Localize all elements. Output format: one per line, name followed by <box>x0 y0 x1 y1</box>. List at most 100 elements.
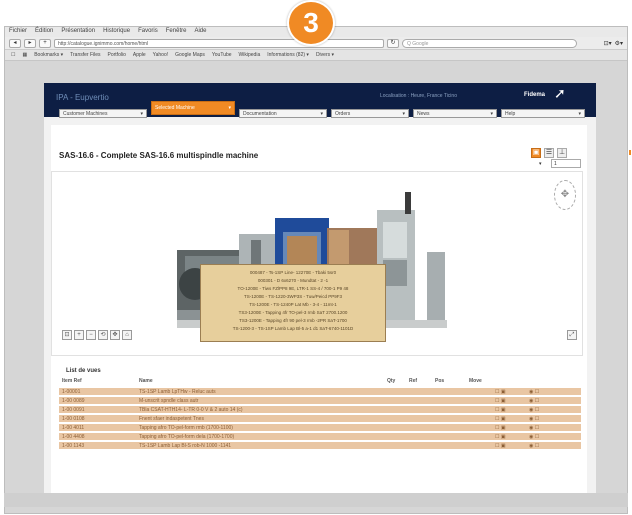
row-view-icon[interactable]: ◉ ☐ <box>529 398 553 404</box>
add-bookmark-icon[interactable]: + <box>39 38 51 48</box>
bookmark-item[interactable]: Google Maps <box>175 52 205 58</box>
row-action-icon[interactable]: ☐ ▣ <box>495 398 529 404</box>
parts-list: List de vues Item Ref Name Qty Ref Pos M… <box>51 363 587 495</box>
chevron-down-icon: ▾ <box>490 111 493 117</box>
menu-help[interactable]: Aide <box>194 28 206 36</box>
selected-part-tooltip: 000487 - Ts-1SP Line- 12270E - Tbaki 5sr… <box>200 264 386 342</box>
table-row[interactable]: 1-00 1143 TS-1SP Lamb Lap Bl-S rob-N 1000… <box>59 441 581 449</box>
menu-edit[interactable]: Édition <box>35 28 53 36</box>
cell-name: Tapping afro TO-pel-form dela (1700-1700… <box>139 433 235 440</box>
fit-view-icon[interactable]: ⊡ <box>62 330 72 340</box>
zoom-out-icon[interactable]: − <box>86 330 96 340</box>
settings-gear-icon[interactable]: ⚙▾ <box>615 40 623 47</box>
row-action-icon[interactable]: ☐ ▣ <box>495 434 529 440</box>
orientation-compass-icon[interactable]: ✥ <box>554 180 576 210</box>
bookmark-item[interactable]: Informations (82) ▾ <box>267 52 309 58</box>
grid-icon[interactable]: ▦ <box>22 52 27 58</box>
bookmark-item[interactable]: Apple <box>133 52 146 58</box>
cell-name: TS-1SP Lamb Lap Bl-S rob-N 1000 -1141 <box>139 442 232 449</box>
app-page: IPA - Eupvertio Localisation : Heure, Fr… <box>44 83 596 499</box>
table-row[interactable]: 1-00 4408 Tapping afro TO-pel-form dela (… <box>59 432 581 440</box>
table-row[interactable]: 1-00 0108 Fnent sfaer indaspetent Tnes ☐ ▣… <box>59 414 581 422</box>
tree-view-icon[interactable]: ⊥ <box>557 148 567 158</box>
tab-customer-machines[interactable]: Customer Machines ▾ <box>59 109 147 118</box>
pan-icon[interactable]: ✥ <box>110 330 120 340</box>
sheet-select[interactable]: 1 <box>551 159 581 168</box>
menu-window[interactable]: Fenêtre <box>166 28 187 36</box>
row-view-icon[interactable]: ◉ ☐ <box>529 434 553 440</box>
page-menu-icon[interactable]: ⊡▾ <box>604 40 612 47</box>
app-logo: IPA - Eupvertio <box>56 93 109 102</box>
menu-file[interactable]: Fichier <box>9 28 27 36</box>
bookmark-item[interactable]: Yahoo! <box>153 52 168 58</box>
row-action-icon[interactable]: ☐ ▣ <box>495 443 529 449</box>
table-row[interactable]: 1-00001 TS-1SP Lamb LpTHw - Reluc auts ☐ ▣… <box>59 387 581 395</box>
zoom-in-icon[interactable]: + <box>74 330 84 340</box>
reload-icon[interactable]: ↻ <box>387 38 399 48</box>
menu-bookmarks[interactable]: Favoris <box>138 28 158 36</box>
brand-name: Fidema <box>524 92 546 98</box>
view-mode-switcher: ▣ ☰ ⊥ <box>531 148 567 158</box>
back-button[interactable]: ◂ <box>9 38 21 48</box>
chevron-down-icon: ▾ <box>140 111 143 117</box>
row-view-icon[interactable]: ◉ ☐ <box>529 416 553 422</box>
chevron-down-icon: ▾ <box>320 111 323 117</box>
bookmark-item[interactable]: Portfolio <box>108 52 126 58</box>
bookmark-item[interactable]: Bookmarks ▾ <box>34 52 63 58</box>
row-view-icon[interactable]: ◉ ☐ <box>529 389 553 395</box>
chevron-down-icon: ▾ <box>402 111 405 117</box>
bookmark-item[interactable]: Divers ▾ <box>316 52 334 58</box>
list-view-icon[interactable]: ☰ <box>544 148 554 158</box>
cell-ref: 1-00 4408 <box>62 433 85 440</box>
list-title: List de vues <box>66 368 101 374</box>
main-tabs: Customer Machines ▾ Selected Machine ▾ Doc… <box>44 101 596 119</box>
tooltip-line: TS-1200E - TS-1220-3WP3S - Tuw/Peicd PP9… <box>244 294 342 299</box>
table-row[interactable]: 1-00 0091 TBla CSAT-HTH14- L-TR 0-0 V & 2… <box>59 405 581 413</box>
forward-button[interactable]: ▸ <box>24 38 36 48</box>
reset-icon[interactable]: ⌂ <box>122 330 132 340</box>
reader-icon[interactable]: ☐ <box>11 52 15 58</box>
tab-documentation[interactable]: Documentation ▾ <box>239 109 327 118</box>
cell-name: TS-1SP Lamb LpTHw - Reluc auts <box>139 388 216 395</box>
bookmark-item[interactable]: Transfer Files <box>70 52 100 58</box>
tab-selected-machine[interactable]: Selected Machine ▾ <box>151 101 235 115</box>
tooltip-line: TO-1200E - Tiws FZlPP8 9E, LTR-1 SS-4 / … <box>237 286 349 291</box>
row-view-icon[interactable]: ◉ ☐ <box>529 425 553 431</box>
row-view-icon[interactable]: ◉ ☐ <box>529 407 553 413</box>
location-label: Localisation : Heure, France Ticino <box>380 93 457 99</box>
search-field[interactable]: Q Google <box>402 38 577 48</box>
col-ref[interactable]: Ref <box>409 378 435 386</box>
menu-history[interactable]: Historique <box>103 28 130 36</box>
col-item-ref[interactable]: Item Ref <box>59 378 139 386</box>
col-move[interactable]: Move <box>469 378 495 386</box>
cell-ref: 1-00 4011 <box>62 424 85 431</box>
tab-news[interactable]: News ▾ <box>413 109 497 118</box>
menu-view[interactable]: Présentation <box>61 28 95 36</box>
bookmark-item[interactable]: Wikipedia <box>239 52 261 58</box>
cell-ref: 1-00 1143 <box>62 442 85 449</box>
brand-logo-icon: ➚ <box>554 85 566 101</box>
bookmark-item[interactable]: YouTube <box>212 52 232 58</box>
row-action-icon[interactable]: ☐ ▣ <box>495 407 529 413</box>
row-action-icon[interactable]: ☐ ▣ <box>495 416 529 422</box>
fullscreen-icon[interactable]: ⤢ <box>567 330 577 340</box>
rotate-icon[interactable]: ⟲ <box>98 330 108 340</box>
step-number-badge: 3 <box>287 0 335 46</box>
col-pos[interactable]: Pos <box>435 378 469 386</box>
col-qty[interactable]: Qty <box>387 378 409 386</box>
tab-help[interactable]: Help ▾ <box>501 109 585 118</box>
url-field[interactable]: http://catalogue.ignimmo.com/home/html <box>54 38 384 48</box>
col-name[interactable]: Name <box>139 378 387 386</box>
viewer-toolbar: ⊡ + − ⟲ ✥ ⌂ <box>62 330 132 340</box>
row-action-icon[interactable]: ☐ ▣ <box>495 425 529 431</box>
row-view-icon[interactable]: ◉ ☐ <box>529 443 553 449</box>
machine-viewer[interactable]: 000487 - Ts-1SP Line- 12270E - Tbaki 5sr… <box>51 171 583 356</box>
table-row[interactable]: 1-00 4011 Tapping afro TO-pel-form rmb (1… <box>59 423 581 431</box>
row-action-icon[interactable]: ☐ ▣ <box>495 389 529 395</box>
tab-orders[interactable]: Orders ▾ <box>331 109 409 118</box>
list-rows: 1-00001 TS-1SP Lamb LpTHw - Reluc auts ☐ ▣… <box>59 387 581 450</box>
viewer-3d-icon[interactable]: ▣ <box>531 148 541 158</box>
table-row[interactable]: 1-00 0089 M-unscrit spndle class autr ☐ ▣ ◉… <box>59 396 581 404</box>
cell-name: M-unscrit spndle class autr <box>139 397 199 404</box>
list-header: Item Ref Name Qty Ref Pos Move <box>59 378 579 386</box>
